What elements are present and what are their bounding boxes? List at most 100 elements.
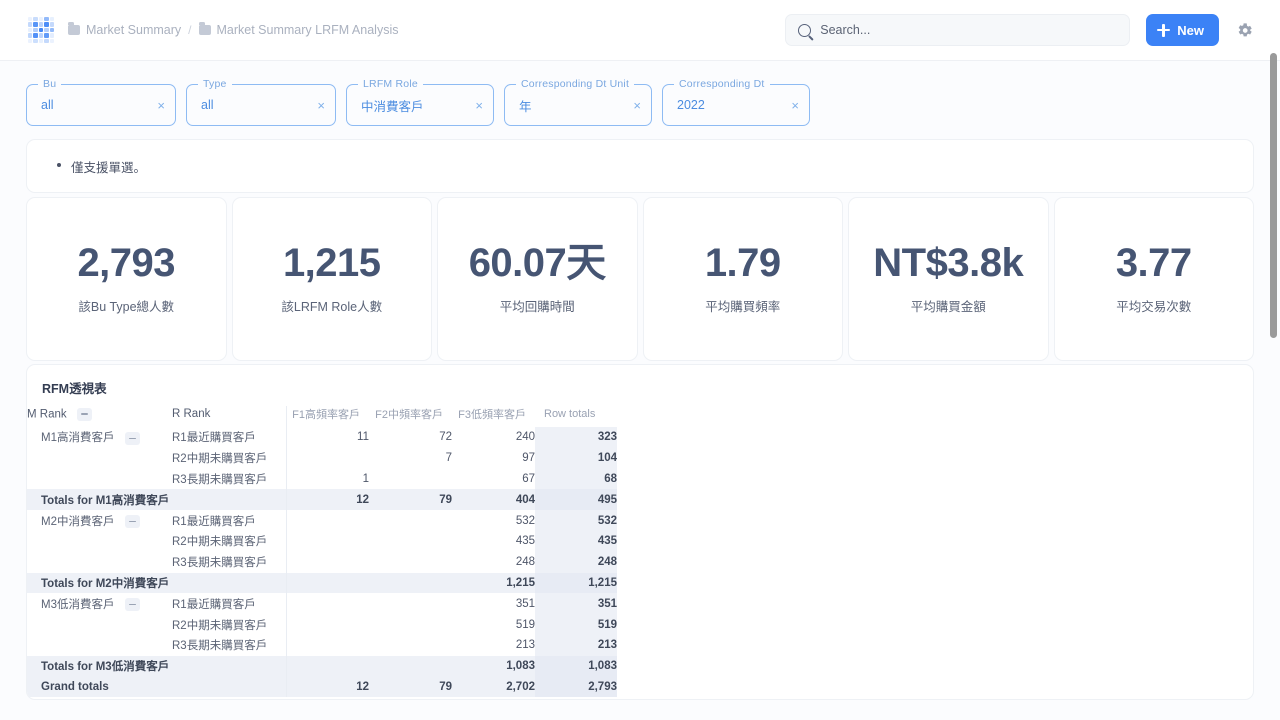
collapse-icon[interactable] (76, 407, 92, 421)
grand-total-f2: 79 (369, 676, 452, 698)
col-header-f2[interactable]: F2中頻率客戶 (369, 406, 452, 427)
collapse-icon[interactable] (124, 598, 140, 612)
gear-icon[interactable] (1235, 21, 1254, 40)
row-header-r: R2中期未購買客戶 (172, 453, 268, 466)
row-header-m2[interactable]: M2中消費客戶 (27, 510, 172, 531)
subtotal-f2 (369, 572, 452, 594)
filter-bar: Bu all × Type all × LRFM Role 中消費客戶 × Co… (26, 78, 810, 126)
subtotal-f3: 1,083 (452, 655, 535, 677)
table-row: M2中消費客戶 R1最近購買客戶 532 532 (27, 510, 617, 531)
row-header-r: R1最近購買客戶 (172, 515, 256, 528)
row-header-r: R2中期未購買客戶 (172, 619, 268, 632)
kpi-label: 平均回購時間 (499, 300, 575, 314)
breadcrumb-label: Market Summary LRFM Analysis (216, 23, 399, 37)
note-card: 僅支援單選。 (26, 139, 1254, 193)
filter-bu[interactable]: Bu all × (26, 78, 176, 126)
pivot-table: M Rank R Rank F1高頻率客戶 F2中頻率客戶 F3低頻率客戶 Ro… (27, 406, 618, 698)
cell-row-total: 351 (535, 593, 617, 615)
cell-f3: 97 (522, 452, 535, 465)
col-header-row-totals[interactable]: Row totals (535, 406, 617, 427)
cell-f1 (285, 593, 369, 615)
filter-type-clear-icon[interactable]: × (299, 99, 325, 112)
subtotal-f1: 12 (285, 489, 369, 511)
table-row: R3長期未購買客戶 248 248 (27, 551, 617, 573)
breadcrumb-label: Market Summary (86, 23, 182, 37)
filter-dt-clear-icon[interactable]: × (773, 99, 799, 112)
col-header-r-rank[interactable]: R Rank (172, 406, 286, 427)
kpi-card-avg-transaction-count: 3.77 平均交易次數 (1053, 197, 1254, 361)
row-header-m3[interactable]: M3低消費客戶 (27, 593, 172, 614)
search-bar[interactable] (785, 14, 1131, 46)
table-row: R3長期未購買客戶 1 67 68 (27, 468, 617, 490)
page-scrollbar[interactable] (1270, 53, 1277, 707)
cell-f1 (285, 634, 369, 656)
row-header-empty (27, 614, 172, 635)
row-header-empty (27, 448, 172, 469)
cell-f2 (369, 635, 452, 656)
breadcrumb-item-lrfm-analysis[interactable]: Market Summary LRFM Analysis (198, 22, 399, 37)
subtotal-f1 (285, 655, 369, 677)
grand-total-row-total: 2,793 (535, 676, 617, 698)
scrollbar-thumb[interactable] (1270, 53, 1277, 338)
filter-dt-unit-clear-icon[interactable]: × (615, 99, 641, 112)
col-header-f3[interactable]: F3低頻率客戶 (452, 406, 535, 427)
row-header-m1[interactable]: M1高消費客戶 (27, 427, 172, 448)
subtotal-row-total: 495 (535, 489, 617, 511)
search-input[interactable] (820, 23, 1118, 37)
table-row-subtotal: Totals for M1高消費客戶 12 79 404 495 (27, 489, 617, 511)
filter-lrfm-role[interactable]: LRFM Role 中消費客戶 × (346, 78, 494, 126)
filter-bu-value: all (41, 98, 54, 112)
kpi-value: 2,793 (77, 241, 176, 285)
filter-type-label: Type (198, 78, 232, 90)
col-header-m-rank[interactable]: M Rank (27, 406, 172, 427)
filter-corresponding-dt-unit[interactable]: Corresponding Dt Unit 年 × (504, 78, 652, 126)
header-actions: New (785, 14, 1264, 46)
collapse-icon[interactable] (124, 431, 140, 445)
cell-row-total: 519 (535, 614, 617, 635)
cell-f1 (285, 551, 369, 573)
cell-f2: 7 (445, 452, 452, 465)
kpi-value: 1,215 (282, 241, 381, 285)
cell-f1 (285, 447, 369, 469)
kpi-card-avg-purchase-amount: NT$3.8k 平均購買金額 (848, 197, 1049, 361)
col-header-f1[interactable]: F1高頻率客戶 (285, 406, 369, 427)
row-header-empty (27, 531, 172, 552)
cell-f1: 1 (285, 468, 369, 490)
table-row: R2中期未購買客戶 7 97 104 (27, 447, 617, 469)
subtotal-f2 (369, 655, 452, 677)
cell-f2 (369, 510, 452, 531)
cell-row-total: 323 (535, 427, 617, 448)
collapse-icon[interactable] (124, 515, 140, 529)
table-row: R2中期未購買客戶 519 519 (27, 614, 617, 635)
new-button[interactable]: New (1146, 14, 1219, 46)
cell-f3: 435 (515, 535, 535, 548)
table-row-subtotal: Totals for M3低消費客戶 1,083 1,083 (27, 655, 617, 677)
table-row: M3低消費客戶 R1最近購買客戶 351 351 (27, 593, 617, 615)
breadcrumb-separator: / (188, 23, 192, 37)
table-row: M1高消費客戶 R1最近購買客戶 11 72 240 323 (27, 427, 617, 448)
row-header-r: R3長期未購買客戶 (172, 473, 268, 486)
folder-icon (68, 22, 80, 35)
breadcrumb: Market Summary / Market Summary LRFM Ana… (68, 22, 399, 37)
app-logo[interactable] (28, 17, 54, 43)
grand-total-label: Grand totals (27, 676, 286, 698)
pivot-table-card: RFM透視表 M Rank R Rank F1高頻率客戶 F2中頻率客戶 F3低… (26, 364, 1254, 700)
kpi-value: 3.77 (1115, 241, 1192, 285)
filter-lrfm-role-clear-icon[interactable]: × (457, 99, 483, 112)
filter-type[interactable]: Type all × (186, 78, 336, 126)
cell-f3: 351 (515, 597, 535, 610)
cell-row-total: 435 (535, 530, 617, 552)
cell-row-total: 213 (535, 634, 617, 656)
dashboard-page: Market Summary / Market Summary LRFM Ana… (0, 0, 1280, 720)
filter-corresponding-dt[interactable]: Corresponding Dt 2022 × (662, 78, 810, 126)
cell-f3: 519 (515, 618, 535, 631)
kpi-card-avg-repurchase-time: 60.07天 平均回購時間 (437, 197, 638, 361)
filter-bu-clear-icon[interactable]: × (139, 99, 165, 112)
breadcrumb-item-market-summary[interactable]: Market Summary (68, 22, 182, 37)
new-button-label: New (1177, 22, 1204, 38)
cell-f2 (369, 531, 452, 552)
plus-icon (1157, 23, 1171, 37)
subtotal-row-total: 1,215 (535, 572, 617, 594)
kpi-card-row: 2,793 該Bu Type總人數 1,215 該LRFM Role人數 60.… (26, 197, 1254, 361)
kpi-label: 平均購買金額 (910, 300, 986, 314)
